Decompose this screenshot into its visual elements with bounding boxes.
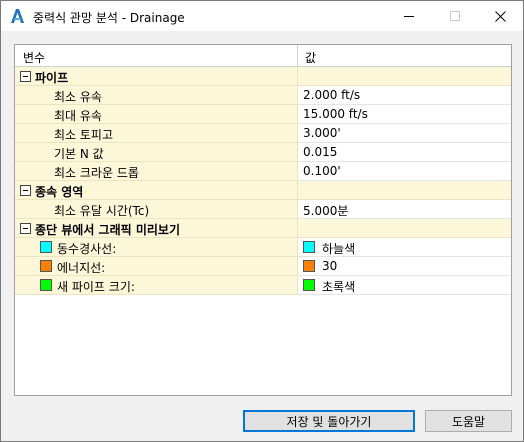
category-label: 종단 뷰에서 그래픽 미리보기: [35, 223, 181, 237]
color-swatch-icon: [40, 279, 52, 291]
close-icon: [494, 10, 506, 22]
property-label: 최대 유속: [54, 109, 102, 123]
minimize-icon: [404, 16, 414, 17]
category-row-profile-preview[interactable]: 종단 뷰에서 그래픽 미리보기: [15, 219, 511, 238]
property-row-egl[interactable]: 에너지선: 30: [15, 257, 511, 276]
property-value[interactable]: 5.000분: [303, 202, 348, 219]
property-row-new-pipe-size[interactable]: 새 파이프 크기: 초록색: [15, 276, 511, 295]
column-header-variable[interactable]: 변수: [23, 49, 45, 66]
property-value[interactable]: 초록색: [322, 278, 355, 295]
property-row-hgl[interactable]: 동수경사선: 하늘색: [15, 238, 511, 257]
property-value[interactable]: 15.000 ft/s: [303, 107, 368, 121]
property-label: 최소 크라운 드롭: [54, 166, 139, 180]
property-row-max-velocity[interactable]: 최대 유속 15.000 ft/s: [15, 105, 511, 124]
category-label: 파이프: [35, 71, 69, 85]
property-value[interactable]: 2.000 ft/s: [303, 88, 360, 102]
color-swatch-icon: [40, 241, 52, 253]
close-button[interactable]: [477, 1, 523, 31]
window-title: 중력식 관망 분석 - Drainage: [33, 11, 185, 25]
category-row-catchment[interactable]: 종속 영역: [15, 181, 511, 200]
property-label: 동수경사선:: [57, 242, 117, 256]
help-button[interactable]: 도움말: [425, 410, 512, 432]
property-label: 기본 N 값: [54, 147, 104, 161]
save-and-return-button[interactable]: 저장 및 돌아가기: [243, 410, 415, 432]
color-swatch-icon[interactable]: [303, 241, 315, 253]
civil3d-a-icon: [8, 7, 26, 25]
property-grid: 변수 값 파이프 최소 유속 2.000 ft/s 최대 유속 15.000 f…: [14, 44, 512, 396]
maximize-button: [432, 1, 478, 31]
property-value[interactable]: 하늘색: [322, 240, 355, 257]
property-value[interactable]: 3.000': [303, 126, 341, 140]
property-row-min-velocity[interactable]: 최소 유속 2.000 ft/s: [15, 86, 511, 105]
minimize-button[interactable]: [386, 1, 432, 31]
property-label: 새 파이프 크기:: [57, 280, 135, 294]
grid-header: 변수 값: [15, 45, 511, 67]
property-row-min-cover[interactable]: 최소 토피고 3.000': [15, 124, 511, 143]
property-label: 최소 유달 시간(Tc): [54, 204, 150, 218]
collapse-icon[interactable]: [20, 71, 31, 82]
column-header-value[interactable]: 값: [305, 49, 316, 66]
title-bar: 중력식 관망 분석 - Drainage: [1, 1, 523, 31]
property-row-min-crown-drop[interactable]: 최소 크라운 드롭 0.100': [15, 162, 511, 181]
color-swatch-icon[interactable]: [303, 260, 315, 272]
category-row-pipe[interactable]: 파이프: [15, 67, 511, 86]
category-label: 종속 영역: [35, 185, 84, 199]
collapse-icon[interactable]: [20, 185, 31, 196]
property-label: 최소 유속: [54, 90, 102, 104]
color-swatch-icon: [40, 260, 52, 272]
property-label: 최소 토피고: [54, 128, 114, 142]
column-divider[interactable]: [297, 45, 298, 67]
property-value[interactable]: 0.015: [303, 145, 337, 159]
property-label: 에너지선:: [57, 261, 106, 275]
collapse-icon[interactable]: [20, 223, 31, 234]
property-row-min-tc[interactable]: 최소 유달 시간(Tc) 5.000분: [15, 200, 511, 219]
dialog-window: 중력식 관망 분석 - Drainage 변수 값 파이프 최소 유속 2.00…: [0, 0, 524, 442]
property-row-default-n[interactable]: 기본 N 값 0.015: [15, 143, 511, 162]
property-value[interactable]: 0.100': [303, 164, 341, 178]
property-value[interactable]: 30: [322, 259, 337, 273]
color-swatch-icon[interactable]: [303, 279, 315, 291]
maximize-icon: [450, 11, 460, 21]
